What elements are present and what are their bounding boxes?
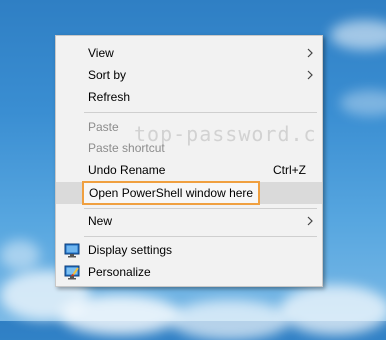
menu-item-new[interactable]: New — [56, 210, 322, 232]
menu-item-undo-rename[interactable]: Undo Rename Ctrl+Z — [56, 159, 322, 181]
menu-item-label: Paste — [88, 120, 119, 134]
menu-item-label: Display settings — [88, 243, 173, 257]
cloud — [170, 300, 290, 340]
chevron-right-icon — [307, 216, 313, 226]
chevron-right-icon — [307, 70, 313, 80]
menu-item-label: Paste shortcut — [88, 141, 165, 155]
personalize-icon — [64, 265, 80, 280]
cloud — [60, 295, 180, 335]
menu-item-sort-by[interactable]: Sort by — [56, 64, 322, 86]
menu-item-label: View — [88, 46, 114, 60]
cloud — [280, 285, 386, 335]
menu-item-paste-shortcut[interactable]: Paste shortcut — [56, 137, 322, 159]
menu-item-personalize[interactable]: Personalize — [56, 261, 322, 283]
menu-separator — [84, 236, 317, 237]
cloud — [0, 240, 40, 270]
menu-item-shortcut: Ctrl+Z — [273, 163, 306, 177]
menu-item-view[interactable]: View — [56, 42, 322, 64]
menu-separator — [84, 112, 317, 113]
menu-item-label: New — [88, 214, 113, 228]
chevron-right-icon — [307, 48, 313, 58]
menu-item-open-powershell[interactable]: Open PowerShell window here — [56, 181, 322, 205]
menu-item-label: Refresh — [88, 90, 131, 104]
cloud — [330, 20, 386, 50]
menu-item-label: Sort by — [88, 68, 127, 82]
cloud — [340, 90, 386, 116]
menu-item-paste[interactable]: Paste — [56, 116, 322, 138]
menu-separator — [84, 208, 317, 209]
menu-item-label: Undo Rename — [88, 163, 166, 177]
display-settings-icon — [64, 243, 80, 258]
desktop-context-menu: View Sort by Refresh Paste Paste shortcu… — [55, 35, 323, 287]
menu-item-display-settings[interactable]: Display settings — [56, 239, 322, 261]
menu-item-label: Open PowerShell window here — [82, 181, 261, 205]
menu-item-refresh[interactable]: Refresh — [56, 86, 322, 108]
menu-item-label: Personalize — [88, 265, 151, 279]
